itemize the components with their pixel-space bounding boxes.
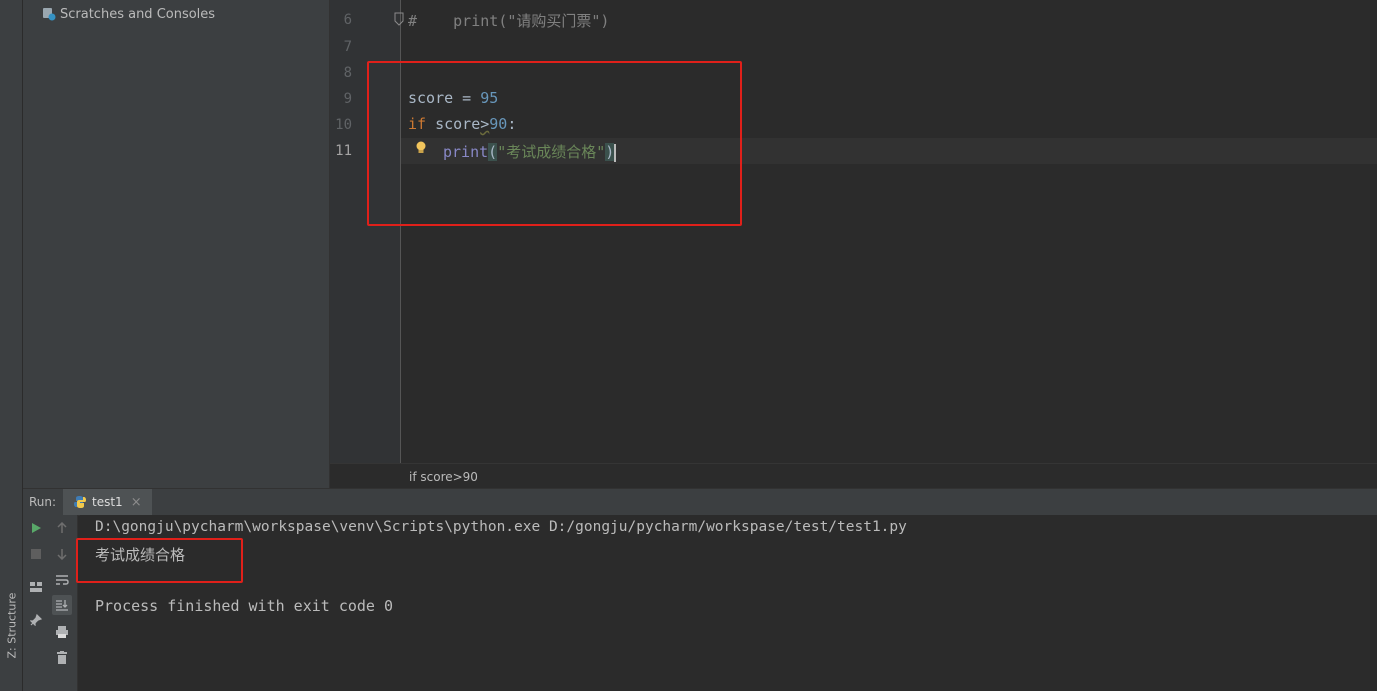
layout-icon: [30, 582, 42, 592]
run-console[interactable]: D:\gongju\pycharm\workspase\venv\Scripts…: [80, 515, 1377, 691]
line-number: 6: [343, 12, 352, 28]
python-icon: [74, 496, 86, 508]
pin-button[interactable]: [26, 610, 46, 630]
code-line-9[interactable]: score = 95: [408, 89, 498, 107]
code-editor[interactable]: 6 7 8 9 10 11 # print("请购买门票") score = 9…: [330, 0, 1377, 463]
arrow-up-icon: [57, 522, 67, 533]
close-icon[interactable]: ×: [131, 495, 142, 510]
arrow-down-icon: [57, 549, 67, 560]
scroll-up-button[interactable]: [52, 518, 72, 538]
clear-all-button[interactable]: [52, 647, 72, 667]
scratches-and-consoles-item[interactable]: Scratches and Consoles: [42, 4, 215, 24]
run-tab-label: test1: [92, 495, 123, 509]
play-icon: [32, 523, 41, 533]
soft-wrap-icon: [56, 575, 69, 585]
stop-icon: [31, 549, 41, 559]
pin-icon: [30, 614, 42, 626]
scroll-down-button[interactable]: [52, 544, 72, 564]
run-toolbar: [23, 515, 78, 691]
lightbulb-icon[interactable]: [415, 140, 427, 160]
line-number: 8: [343, 65, 352, 81]
stop-button[interactable]: [26, 544, 46, 564]
run-tab-test1[interactable]: test1 ×: [63, 489, 152, 515]
fold-marker-icon[interactable]: [394, 12, 404, 26]
print-icon: [56, 626, 68, 638]
code-line-10[interactable]: if score>90:: [408, 115, 516, 133]
print-button[interactable]: [52, 622, 72, 642]
rerun-button[interactable]: [26, 518, 46, 538]
code-line-6[interactable]: # print("请购买门票"): [408, 10, 609, 31]
left-tool-strip: Z: Structure: [0, 0, 23, 691]
trash-icon: [57, 650, 67, 664]
line-number-current: 11: [335, 143, 352, 159]
scroll-to-end-icon: [56, 600, 68, 611]
scratches-label: Scratches and Consoles: [60, 6, 216, 22]
line-number: 9: [343, 91, 352, 107]
soft-wrap-button[interactable]: [52, 570, 72, 590]
console-output-line: 考试成绩合格: [95, 546, 186, 564]
layout-button[interactable]: [26, 577, 46, 597]
line-number: 7: [343, 39, 352, 55]
project-panel: Scratches and Consoles: [23, 0, 330, 488]
code-line-11[interactable]: print("考试成绩合格"): [443, 141, 617, 162]
console-exit-message: Process finished with exit code 0: [95, 597, 394, 615]
breadcrumb[interactable]: if score>90: [409, 470, 478, 484]
structure-tool-tab[interactable]: Z: Structure: [2, 582, 20, 662]
editor-gutter: 6 7 8 9 10 11: [330, 0, 404, 463]
breadcrumb-bar: if score>90: [330, 463, 1377, 489]
text-cursor: [614, 143, 617, 162]
scratches-icon: [42, 7, 56, 21]
structure-tab-label: Z: Structure: [5, 592, 19, 659]
line-number: 10: [335, 117, 352, 133]
scroll-to-end-button[interactable]: [52, 595, 72, 615]
run-panel-header: Run: test1 ×: [23, 488, 1377, 516]
console-command-line: D:\gongju\pycharm\workspase\venv\Scripts…: [95, 519, 907, 535]
run-label: Run:: [29, 495, 57, 509]
